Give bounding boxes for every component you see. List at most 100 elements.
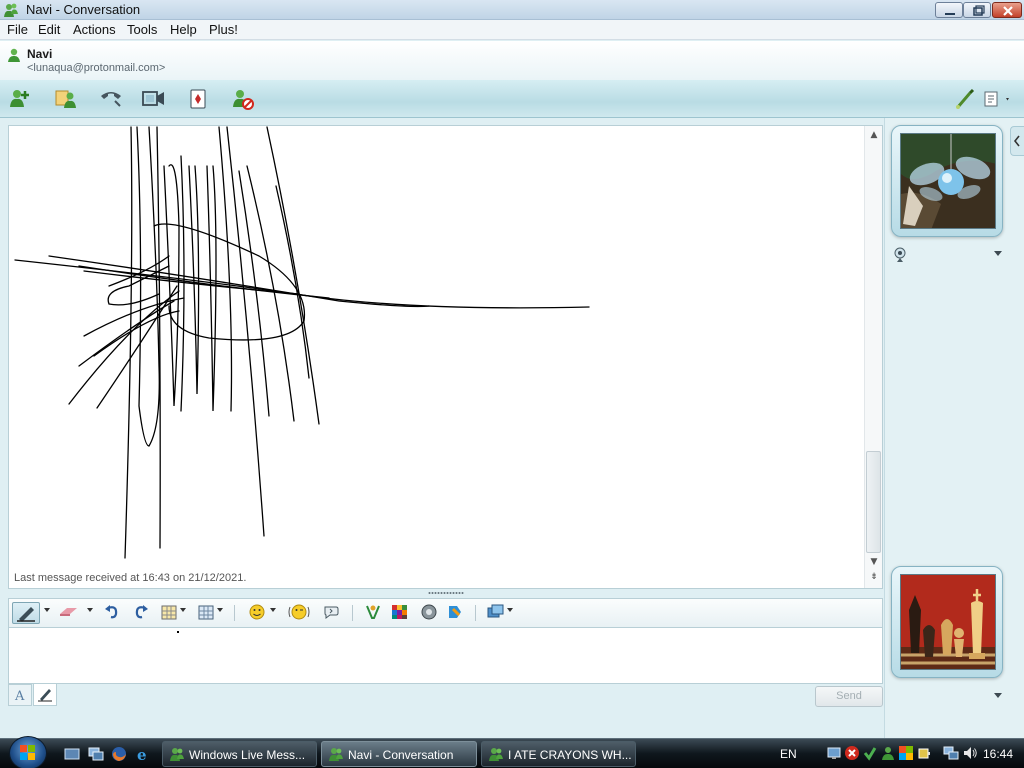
history-scrollbar[interactable]: ▲ ▼ ⇟	[864, 126, 882, 588]
color-palette-icon	[392, 605, 407, 619]
show-desktop-icon[interactable]	[64, 746, 80, 762]
menu-edit[interactable]: Edit	[38, 22, 60, 37]
pen-tool-button[interactable]	[12, 602, 40, 624]
my-picture-dropdown[interactable]	[994, 693, 1002, 698]
invite-contact-icon	[10, 90, 29, 107]
voice-clip-icon	[366, 605, 380, 619]
tools-button[interactable]	[445, 602, 467, 624]
contact-display-picture	[900, 133, 996, 229]
my-display-picture-frame[interactable]	[891, 566, 1003, 678]
games-button[interactable]	[185, 86, 213, 112]
nudge-button[interactable]	[321, 602, 343, 624]
conversation-history[interactable]: Last message received at 16:43 on 21/12/…	[8, 125, 883, 589]
call-button[interactable]	[97, 86, 125, 112]
background-grid-dropdown[interactable]	[217, 608, 223, 612]
contact-name: Navi	[27, 47, 53, 61]
display-options-button[interactable]	[980, 86, 1014, 112]
windows-logo-icon	[20, 745, 35, 760]
sync-tray-icon[interactable]	[862, 745, 878, 761]
taskbar-item-crayons[interactable]: I ATE CRAYONS WH...	[481, 741, 636, 767]
close-icon	[1003, 6, 1013, 16]
handwriting-mode-icon	[38, 689, 52, 702]
fairy-ornament-image	[901, 134, 995, 228]
contact-header: Navi <lunaqua@protonmail.com>	[0, 41, 1024, 80]
scroll-thumb[interactable]	[866, 451, 881, 553]
restore-icon	[973, 5, 985, 16]
eraser-icon	[60, 608, 77, 616]
video-call-icon	[142, 91, 164, 106]
security-alert-icon[interactable]	[844, 745, 860, 761]
update-tray-icon[interactable]	[898, 745, 914, 761]
background-grid-button[interactable]	[196, 602, 218, 624]
stamp-grid-icon	[161, 605, 177, 620]
menu-file[interactable]: File	[7, 22, 28, 37]
messenger-icon	[329, 748, 343, 761]
minimize-icon	[945, 13, 955, 15]
taskbar-item-messenger[interactable]: Windows Live Mess...	[162, 741, 317, 767]
pen-dropdown[interactable]	[44, 608, 50, 612]
text-mode-icon: A	[14, 689, 25, 704]
restore-button[interactable]	[963, 2, 991, 18]
handwriting-drawing	[14, 126, 590, 559]
chess-pieces-image	[901, 575, 995, 669]
contact-display-picture-frame[interactable]	[891, 125, 1003, 237]
webcam-icon[interactable]	[893, 247, 907, 263]
contact-picture-dropdown[interactable]	[994, 251, 1002, 256]
language-indicator[interactable]: EN	[780, 747, 797, 761]
volume-icon[interactable]	[962, 745, 978, 761]
scroll-end-arrow[interactable]: ⇟	[868, 572, 880, 582]
wink-button[interactable]	[287, 602, 311, 624]
games-icon	[190, 89, 206, 109]
messenger-tray-icon[interactable]	[880, 745, 896, 761]
send-button[interactable]: Send	[815, 686, 883, 707]
more-options-button[interactable]	[485, 602, 509, 624]
eraser-dropdown[interactable]	[87, 608, 93, 612]
task-label: Windows Live Mess...	[189, 748, 306, 762]
network-tray-icon[interactable]	[826, 745, 842, 761]
menu-help[interactable]: Help	[170, 22, 197, 37]
minimize-button[interactable]	[935, 2, 963, 18]
share-files-button[interactable]	[52, 86, 80, 112]
taskbar-item-conversation[interactable]: Navi - Conversation	[321, 741, 477, 767]
background-button[interactable]	[951, 86, 979, 112]
switch-windows-icon[interactable]	[88, 746, 104, 762]
color-palette-button[interactable]	[390, 602, 412, 624]
invite-contact-button[interactable]	[7, 86, 35, 112]
close-button[interactable]	[992, 2, 1022, 18]
stamp-grid-button[interactable]	[159, 602, 181, 624]
collapse-pane-button[interactable]	[1010, 126, 1024, 156]
title-bar: Navi - Conversation	[0, 0, 1024, 20]
video-call-button[interactable]	[140, 86, 168, 112]
call-icon	[101, 92, 121, 107]
more-options-dropdown[interactable]	[507, 608, 513, 612]
firefox-icon[interactable]	[111, 746, 127, 762]
network-connection-icon[interactable]	[943, 745, 959, 761]
emoticon-button[interactable]	[247, 602, 269, 624]
handwriting-mode-tab[interactable]	[33, 684, 57, 706]
resize-grip[interactable]	[428, 591, 464, 595]
chevron-left-icon	[1013, 135, 1020, 147]
start-button[interactable]	[9, 736, 47, 768]
redo-button[interactable]	[131, 602, 151, 624]
internet-explorer-icon[interactable]: e	[135, 746, 151, 762]
my-display-picture	[900, 574, 996, 670]
menu-tools[interactable]: Tools	[127, 22, 157, 37]
stamp-grid-dropdown[interactable]	[180, 608, 186, 612]
power-tray-icon[interactable]	[916, 745, 932, 761]
menu-plus[interactable]: Plus!	[209, 22, 238, 37]
emoticon-dropdown[interactable]	[270, 608, 276, 612]
undo-button[interactable]	[102, 602, 122, 624]
voice-clip-button[interactable]	[363, 602, 385, 624]
message-compose-area[interactable]	[8, 627, 883, 684]
messenger-icon	[4, 3, 18, 17]
ink-sound-button[interactable]	[419, 602, 441, 624]
menu-actions[interactable]: Actions	[73, 22, 116, 37]
text-mode-tab[interactable]: A	[8, 684, 32, 706]
scroll-down-arrow[interactable]: ▼	[868, 557, 880, 567]
display-options-icon	[984, 91, 1009, 107]
message-input[interactable]	[9, 628, 882, 683]
scroll-up-arrow[interactable]: ▲	[868, 130, 880, 140]
taskbar-clock[interactable]: 16:44	[983, 747, 1013, 761]
block-contact-button[interactable]	[229, 86, 257, 112]
eraser-button[interactable]	[57, 602, 81, 624]
